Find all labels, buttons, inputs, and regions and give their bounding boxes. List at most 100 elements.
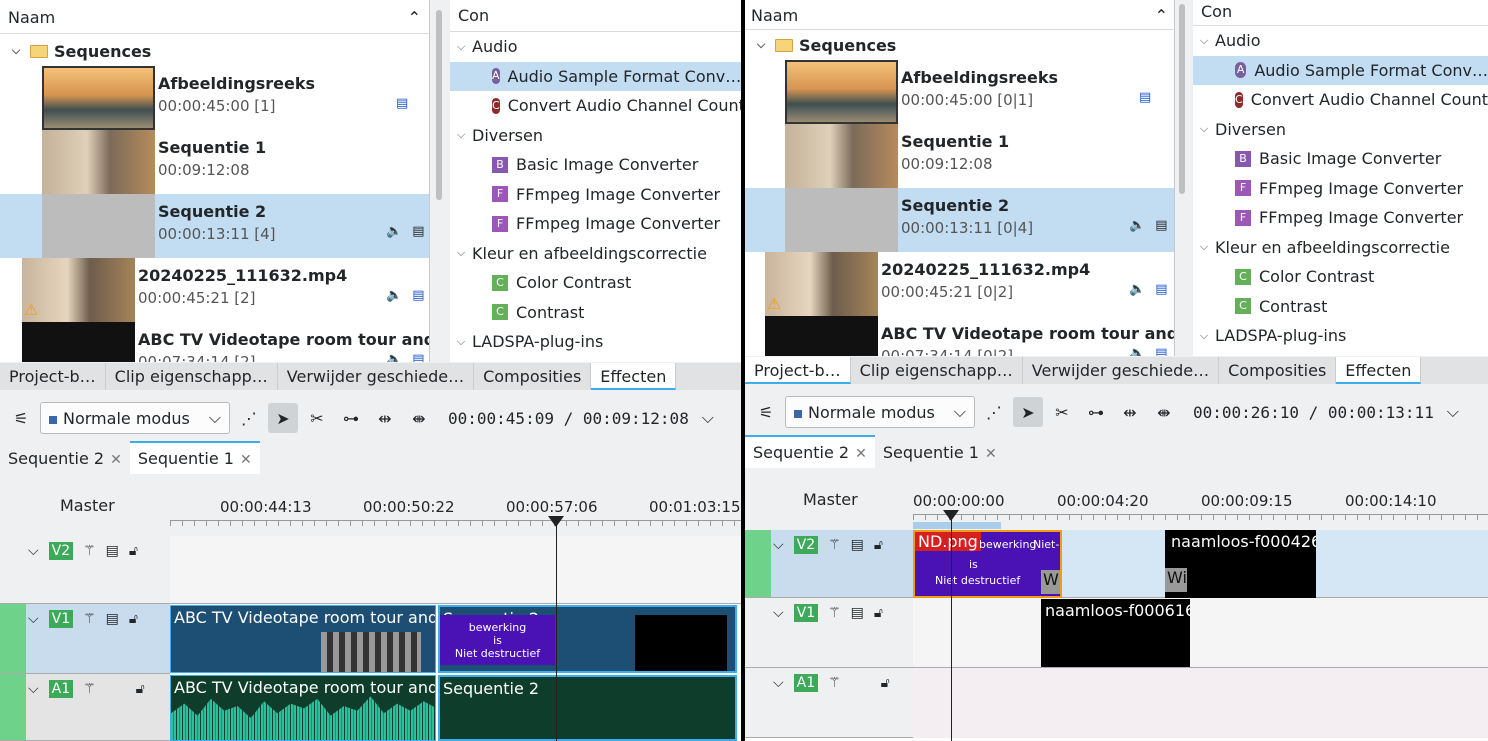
playhead[interactable]: [556, 520, 557, 741]
effects-panel[interactable]: Con ⌵ Audio A Audio Sample Format Conv… C Con…: [1193, 0, 1488, 356]
tab-sequentie-2[interactable]: Sequentie 2 ✕: [745, 435, 875, 468]
effect-item[interactable]: C Color Contrast: [1193, 262, 1488, 292]
collapse-icon[interactable]: ⌵: [450, 335, 472, 349]
film-icon[interactable]: ▤: [1155, 346, 1167, 356]
track-header-a1[interactable]: ⌵ A1 ⚚ 🔓︎: [745, 668, 913, 738]
tab-effects[interactable]: Effecten: [591, 363, 677, 390]
effect-item[interactable]: B Basic Image Converter: [1193, 144, 1488, 174]
playhead-marker[interactable]: [943, 510, 959, 521]
timecode-display[interactable]: 00:00:45:09 / 00:09:12:08: [448, 409, 689, 428]
bin-scrollbar[interactable]: [1179, 4, 1185, 194]
tab-sequentie-1[interactable]: Sequentie 1 ✕: [875, 437, 1005, 468]
timeline-clip[interactable]: naamloos-f000426. Wi: [1165, 530, 1316, 598]
tab-project-bin[interactable]: Project-b…: [0, 363, 106, 390]
slip-tool-icon[interactable]: ⊶: [336, 403, 366, 433]
bin-clip[interactable]: ABC TV Videotape room tour and edi 00:07…: [0, 322, 429, 362]
effect-category[interactable]: ⌵ Kleur en afbeeldingscorrectie: [450, 239, 741, 269]
collapse-icon[interactable]: ⌵: [773, 605, 784, 621]
film-icon[interactable]: ▤: [106, 543, 119, 559]
collapse-icon[interactable]: ⌵: [1193, 240, 1215, 254]
tab-undo-history[interactable]: Verwijder geschiede…: [278, 363, 475, 390]
effect-item[interactable]: C Contrast: [1193, 292, 1488, 322]
effect-category[interactable]: ⌵ LADSPA-plug-ins: [450, 327, 741, 357]
bin-clip[interactable]: Afbeeldingsreeks 00:00:45:00 [0|1] ▤: [745, 60, 1174, 124]
film-icon[interactable]: ▤: [412, 224, 424, 239]
lock-icon[interactable]: 🔓︎: [881, 675, 890, 691]
film-icon[interactable]: ▤: [396, 96, 408, 111]
bin-clip[interactable]: Afbeeldingsreeks 00:00:45:00 [1] ▤: [0, 66, 429, 130]
slip-tool-icon[interactable]: ⊶: [1081, 397, 1111, 427]
close-icon[interactable]: ✕: [855, 446, 867, 462]
track-label[interactable]: V1: [48, 610, 74, 628]
sequences-folder[interactable]: ⌵ Sequences: [745, 32, 1174, 58]
effect-item[interactable]: C Color Contrast: [450, 268, 741, 298]
transition-marker[interactable]: Wi: [1041, 570, 1060, 594]
speaker-icon[interactable]: 🔈: [386, 288, 402, 303]
speaker-icon[interactable]: 🔈: [386, 224, 402, 239]
effect-category[interactable]: ⌵ Diversen: [1193, 115, 1488, 145]
effect-category[interactable]: ⌵ Kleur en afbeeldingscorrectie: [1193, 233, 1488, 263]
collapse-icon[interactable]: ⌵: [773, 537, 784, 553]
track-a1[interactable]: [913, 668, 1488, 738]
effects-icon[interactable]: ⚚: [828, 675, 841, 691]
film-icon[interactable]: ▤: [412, 352, 424, 362]
bin-clip[interactable]: ABC TV Videotape room tour and edi 00:07…: [745, 316, 1174, 356]
collapse-icon[interactable]: ⌵: [28, 543, 39, 559]
select-tool-icon[interactable]: ➤: [268, 403, 298, 433]
sort-up-icon[interactable]: ⌃: [408, 8, 421, 27]
effects-tree[interactable]: ⌵ Audio A Audio Sample Format Conv… C Convert…: [450, 32, 741, 357]
collapse-icon[interactable]: ⌵: [450, 40, 472, 54]
timeline[interactable]: Master 00:00:44:13 00:00:50:22 00:00:57:…: [0, 474, 741, 741]
transition-marker[interactable]: Wi: [1165, 568, 1187, 592]
effects-header[interactable]: Con: [450, 0, 741, 32]
collapse-icon[interactable]: ⌵: [773, 675, 784, 691]
timeline-ruler[interactable]: 00:00:44:13 00:00:50:22 00:00:57:06 00:0…: [170, 474, 741, 536]
collapse-icon[interactable]: ⌵: [450, 128, 472, 142]
effects-icon[interactable]: ⚚: [83, 543, 96, 559]
timeline-clip-nd-png[interactable]: ND.png bewerking Niet-L is Niet destruct…: [913, 530, 1062, 598]
tab-project-bin[interactable]: Project-b…: [745, 357, 851, 384]
bin-clip-selected[interactable]: Sequentie 2 00:00:13:11 [4] 🔈 ▤: [0, 194, 429, 258]
chevron-down-icon[interactable]: ⌵: [693, 403, 723, 433]
lock-icon[interactable]: 🔓︎: [129, 543, 138, 559]
audio-video-icons[interactable]: 🔈 ▤: [376, 288, 424, 303]
track-header-v2[interactable]: ⌵ V2 ⚚ ▤ 🔓︎: [745, 530, 913, 598]
effects-icon[interactable]: ⚚: [83, 611, 96, 627]
timeline-clip[interactable]: naamloos-f000616.: [1041, 599, 1190, 667]
effect-item[interactable]: F FFmpeg Image Converter: [1193, 174, 1488, 204]
bin-header[interactable]: Naam ⌃: [0, 0, 429, 34]
effects-icon[interactable]: ⚚: [828, 605, 841, 621]
lock-icon[interactable]: 🔓︎: [874, 537, 883, 553]
bin-clip[interactable]: Sequentie 1 00:09:12:08: [745, 124, 1174, 188]
audio-video-icons[interactable]: 🔈 ▤: [376, 224, 424, 239]
audio-video-icons[interactable]: 🔈 ▤: [1119, 218, 1167, 233]
select-tool-icon[interactable]: ➤: [1013, 397, 1043, 427]
effects-header[interactable]: Con: [1193, 0, 1488, 26]
track-settings-icon[interactable]: ⚟: [751, 397, 781, 427]
timeline-ruler[interactable]: 00:00:00:00 00:00:04:20 00:00:09:15 00:0…: [913, 468, 1488, 530]
close-icon[interactable]: ✕: [110, 452, 122, 468]
tab-undo-history[interactable]: Verwijder geschiede…: [1023, 357, 1220, 384]
timeline-audio-clip[interactable]: ABC TV Videotape room tour and edit: [170, 675, 436, 741]
name-column-header[interactable]: Naam: [751, 6, 798, 25]
effect-item[interactable]: B Basic Image Converter: [450, 150, 741, 180]
track-settings-icon[interactable]: ⚟: [6, 403, 36, 433]
bin-clip[interactable]: Sequentie 1 00:09:12:08: [0, 130, 429, 194]
audio-video-icons[interactable]: 🔈 ▤: [1119, 282, 1167, 297]
collapse-icon[interactable]: ⌵: [450, 246, 472, 260]
zone-bar[interactable]: [913, 522, 1001, 529]
sequences-folder[interactable]: ⌵ Sequences: [0, 38, 429, 64]
sort-up-icon[interactable]: ⌃: [1155, 6, 1168, 25]
collapse-icon[interactable]: ⌵: [28, 611, 39, 627]
effect-category[interactable]: ⌵ Diversen: [450, 121, 741, 151]
lock-icon[interactable]: 🔓︎: [136, 681, 145, 697]
track-v1[interactable]: [913, 598, 1488, 668]
track-header-v1[interactable]: ⌵ V1 ⚚ ▤ 🔓︎: [0, 604, 170, 674]
film-icon[interactable]: ▤: [851, 605, 864, 621]
audio-video-icons[interactable]: 🔈 ▤: [1119, 346, 1167, 356]
track-label[interactable]: A1: [48, 680, 74, 698]
tab-clip-properties[interactable]: Clip eigenschapp…: [851, 357, 1023, 384]
timecode-display[interactable]: 00:00:26:10 / 00:00:13:11: [1193, 403, 1434, 422]
tab-compositions[interactable]: Composities: [474, 363, 592, 390]
effect-item[interactable]: F FFmpeg Image Converter: [450, 209, 741, 239]
